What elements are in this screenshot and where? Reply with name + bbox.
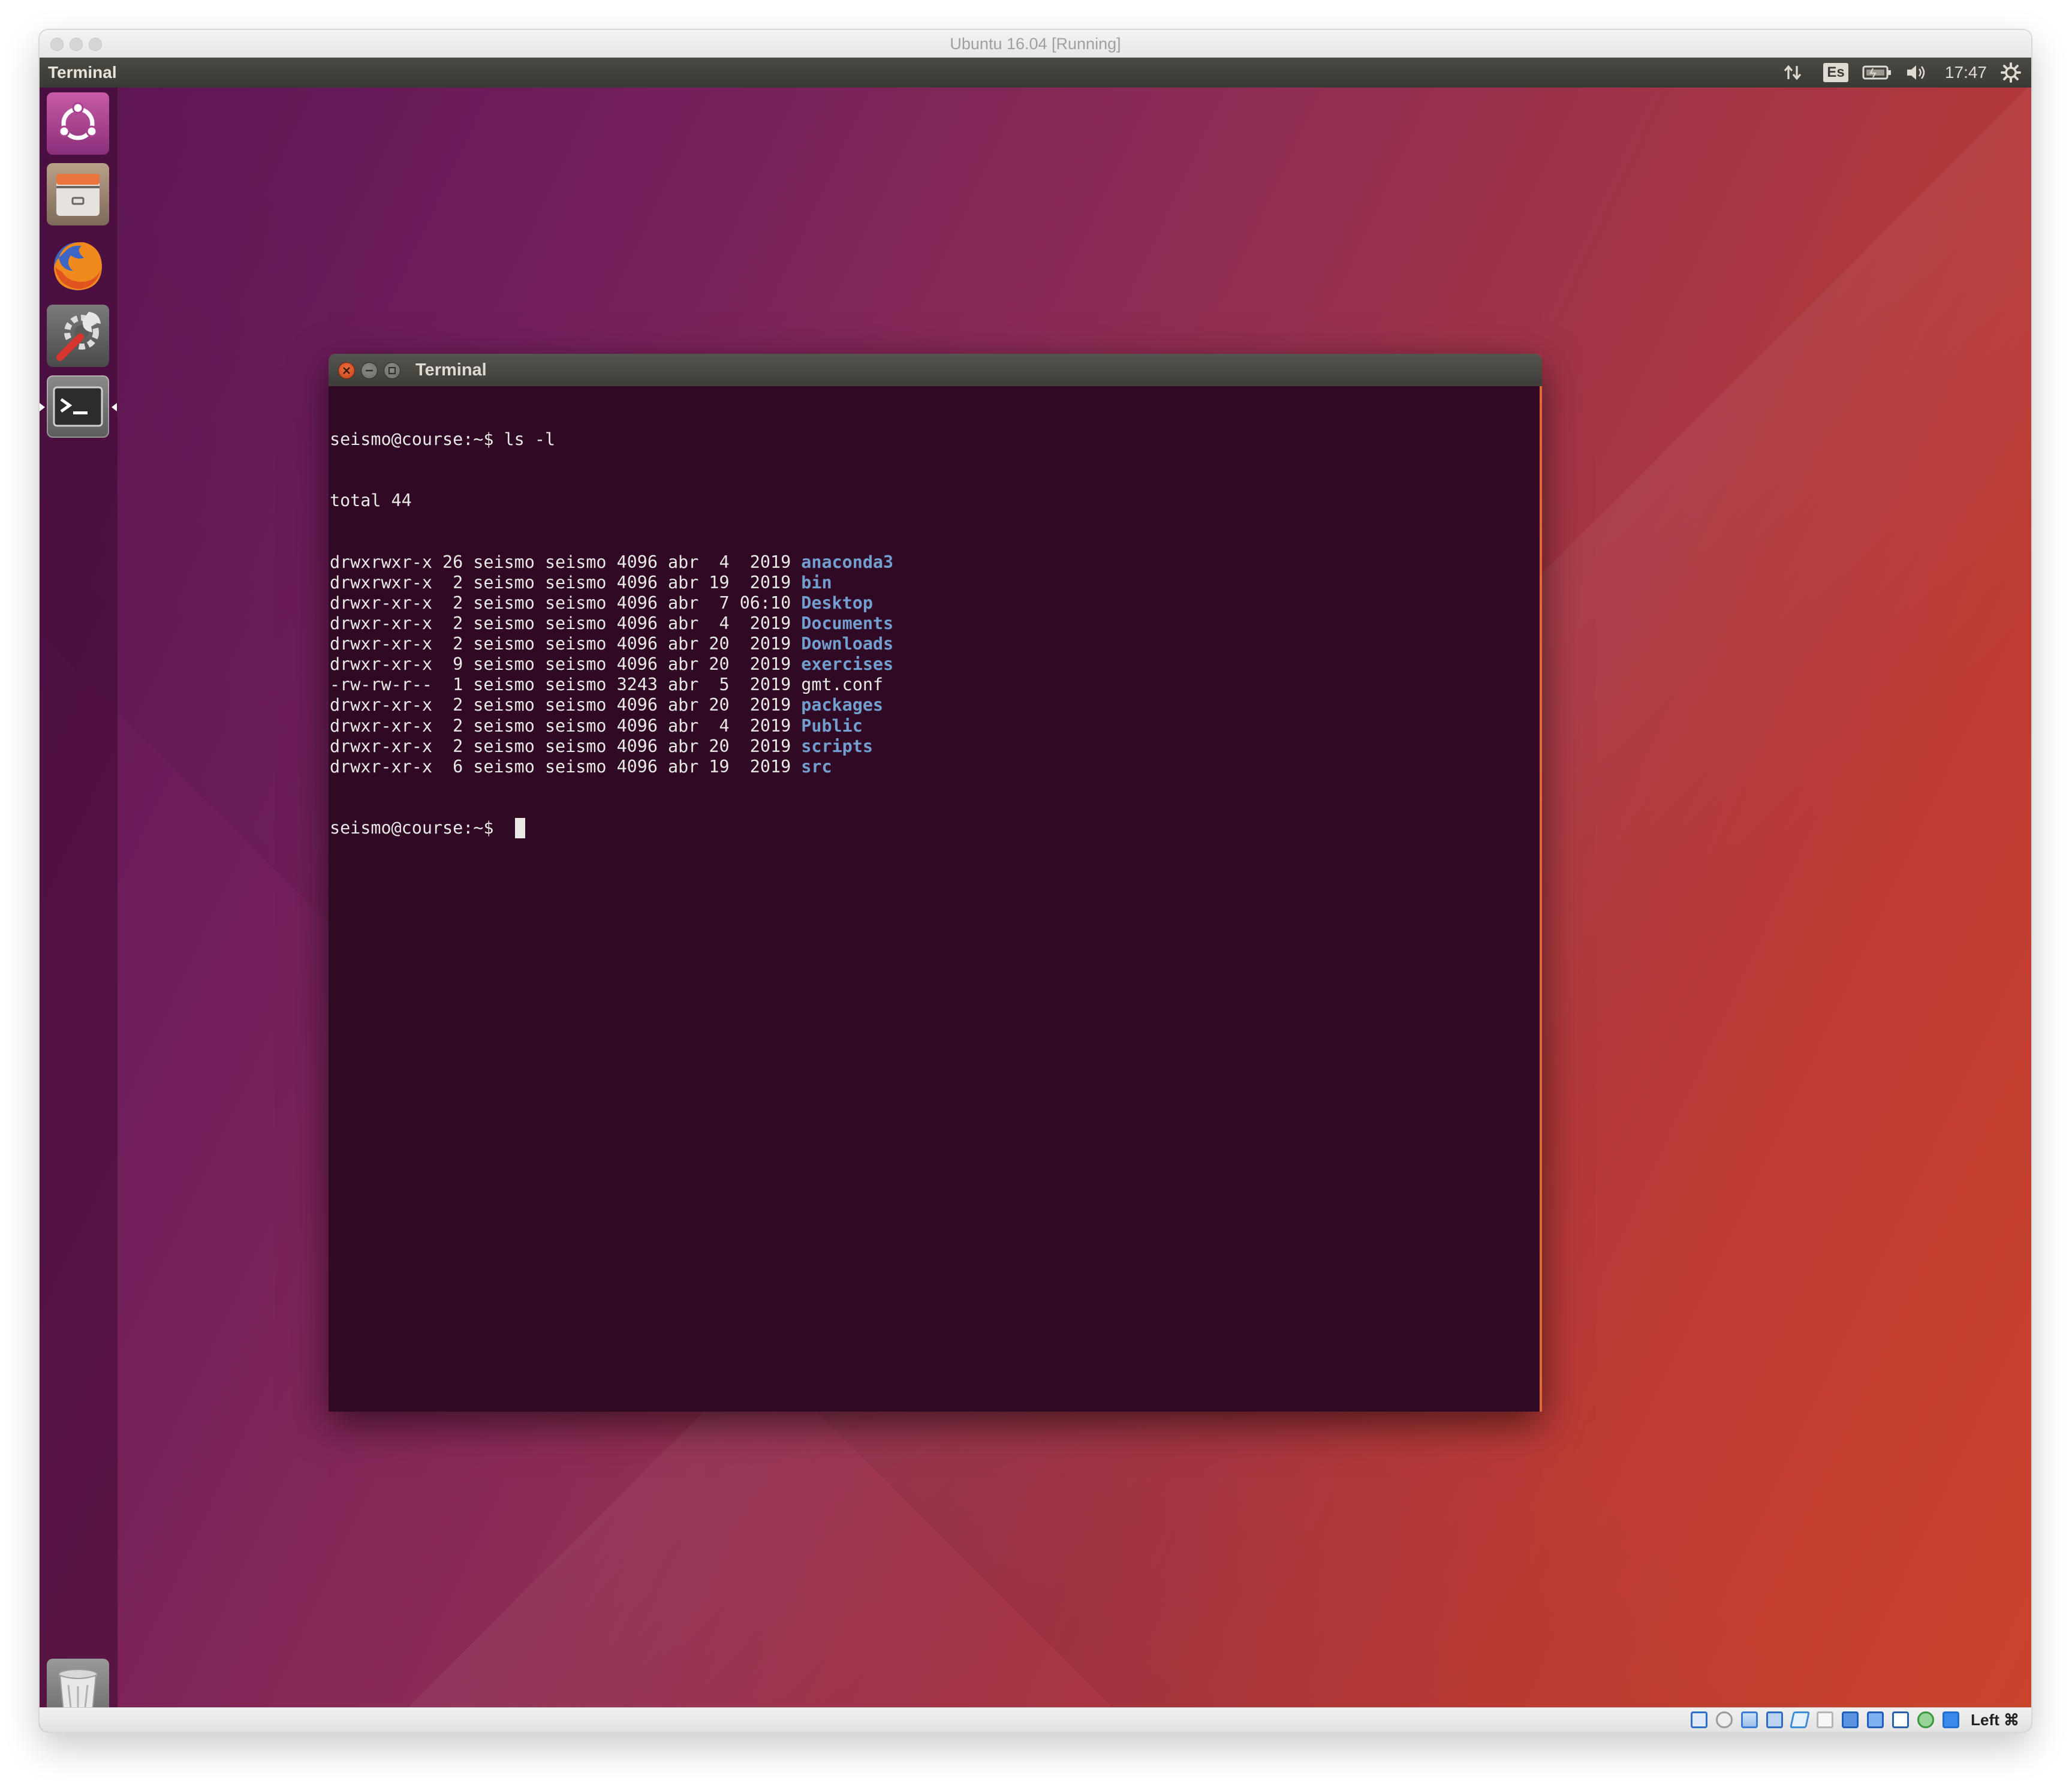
terminal-window[interactable]: Terminal seismo@course:~$ ls -l total 44…	[329, 354, 1542, 1412]
text-cursor	[514, 817, 525, 838]
terminal-titlebar[interactable]: Terminal	[329, 354, 1542, 386]
active-app-pip-left	[40, 403, 45, 411]
terminal-icon	[53, 386, 103, 427]
minimize-button[interactable]	[361, 362, 378, 379]
launcher-dash-home[interactable]	[47, 92, 109, 155]
ls-entry-row: drwxr-xr-x 9 seismo seismo 4096 abr 20 2…	[330, 654, 1540, 675]
ls-entry-row: drwxr-xr-x 2 seismo seismo 4096 abr 20 2…	[330, 736, 1540, 757]
ls-entry-meta: drwxr-xr-x 2 seismo seismo 4096 abr 4 20…	[330, 715, 802, 736]
ls-entry-dirname[interactable]: src	[801, 757, 832, 777]
keyboard-layout-indicator[interactable]: Es	[1823, 58, 1849, 88]
final-prompt: seismo@course:~$	[330, 817, 504, 838]
launcher-system-settings[interactable]	[47, 305, 109, 367]
audio-icon[interactable]	[1741, 1711, 1758, 1728]
total-line: total 44	[330, 491, 412, 511]
ls-entry-meta: drwxr-xr-x 2 seismo seismo 4096 abr 4 20…	[330, 613, 802, 634]
host-key-indicator[interactable]: Left ⌘	[1971, 1708, 2019, 1732]
volume-icon[interactable]	[1903, 58, 1931, 88]
terminal-output[interactable]: seismo@course:~$ ls -l total 44 drwxrwxr…	[329, 386, 1542, 1412]
virtualization-icon[interactable]	[1892, 1711, 1909, 1728]
ls-entry-dirname[interactable]: Desktop	[801, 593, 873, 613]
vbox-status-icons	[1691, 1711, 1959, 1728]
ls-entry-row: drwxr-xr-x 2 seismo seismo 4096 abr 20 2…	[330, 634, 1540, 654]
ls-entry-meta: drwxr-xr-x 6 seismo seismo 4096 abr 19 2…	[330, 756, 802, 777]
battery-icon[interactable]	[1861, 58, 1893, 88]
shared-folders-icon[interactable]	[1817, 1711, 1833, 1728]
ls-entry-dirname[interactable]: Downloads	[801, 634, 893, 654]
ls-entry-dirname[interactable]: exercises	[801, 654, 893, 674]
network-icon[interactable]	[1766, 1711, 1783, 1728]
ls-entry-meta: drwxr-xr-x 2 seismo seismo 4096 abr 20 2…	[330, 634, 802, 654]
ls-entry-dirname[interactable]: packages	[801, 695, 883, 715]
maximize-icon	[388, 366, 396, 375]
keyboard-layout-label: Es	[1823, 63, 1848, 82]
vbox-window-title: Ubuntu 16.04 [Running]	[950, 35, 1121, 53]
ls-entry-row: drwxrwxr-x 26 seismo seismo 4096 abr 4 2…	[330, 552, 1540, 573]
ls-entry-dirname[interactable]: Documents	[801, 613, 893, 633]
ubuntu-desktop[interactable]: Terminal Es 17:47 Terminal seismo@course…	[40, 58, 2031, 1732]
ls-entry-meta: drwxr-xr-x 2 seismo seismo 4096 abr 7 06…	[330, 592, 802, 613]
ls-entry-meta: drwxr-xr-x 9 seismo seismo 4096 abr 20 2…	[330, 654, 802, 675]
ls-entry-row: drwxr-xr-x 2 seismo seismo 4096 abr 4 20…	[330, 716, 1540, 736]
vbox-statusbar: Left ⌘	[40, 1707, 2031, 1732]
ls-entry-dirname[interactable]: scripts	[801, 736, 873, 756]
minimize-icon	[366, 369, 373, 372]
ls-entry-dirname[interactable]: anaconda3	[801, 552, 893, 572]
launcher-terminal[interactable]	[47, 375, 109, 438]
ls-entry-filename[interactable]: gmt.conf	[801, 675, 883, 694]
active-prompt-line[interactable]: seismo@course:~$	[330, 817, 1540, 838]
ls-entry-row: drwxrwxr-x 2 seismo seismo 4096 abr 19 2…	[330, 573, 1540, 593]
ls-entry-row: drwxr-xr-x 2 seismo seismo 4096 abr 4 20…	[330, 613, 1540, 634]
ubuntu-logo-icon	[58, 102, 98, 140]
usb-icon[interactable]	[1790, 1711, 1810, 1728]
firefox-icon	[54, 242, 102, 290]
top-panel: Terminal Es 17:47	[40, 58, 2031, 88]
optical-drive-icon[interactable]	[1716, 1711, 1733, 1728]
ls-entry-meta: drwxrwxr-x 2 seismo seismo 4096 abr 19 2…	[330, 572, 802, 592]
ls-entry-meta: drwxr-xr-x 2 seismo seismo 4096 abr 20 2…	[330, 736, 802, 756]
ls-entry-row: drwxr-xr-x 6 seismo seismo 4096 abr 19 2…	[330, 757, 1540, 777]
command-line: seismo@course:~$ ls -l	[330, 429, 1540, 450]
ls-entry-dirname[interactable]: Public	[801, 716, 863, 736]
ls-entry-meta: drwxr-xr-x 2 seismo seismo 4096 abr 20 2…	[330, 695, 802, 715]
ls-listing: drwxrwxr-x 26 seismo seismo 4096 abr 4 2…	[330, 552, 1540, 777]
settings-wrench-icon	[56, 312, 101, 361]
terminal-title: Terminal	[415, 360, 487, 380]
close-icon	[343, 367, 350, 374]
ls-entry-row: drwxr-xr-x 2 seismo seismo 4096 abr 20 2…	[330, 695, 1540, 715]
mouse-integration-icon[interactable]	[1943, 1711, 1959, 1728]
launcher-firefox[interactable]	[47, 234, 109, 296]
virtualbox-window: Ubuntu 16.04 [Running] Terminal Es 17:47…	[40, 30, 2031, 1732]
panel-app-name[interactable]: Terminal	[48, 58, 117, 88]
prompt: seismo@course:~$	[330, 429, 504, 450]
ls-entry-meta: drwxrwxr-x 26 seismo seismo 4096 abr 4 2…	[330, 552, 802, 572]
close-button[interactable]	[338, 362, 355, 379]
panel-clock[interactable]: 17:47	[1945, 58, 1987, 88]
hard-disk-icon[interactable]	[1691, 1711, 1707, 1728]
guest-additions-icon[interactable]	[1917, 1711, 1934, 1728]
maximize-button[interactable]	[384, 362, 400, 379]
ls-entry-meta: -rw-rw-r-- 1 seismo seismo 3243 abr 5 20…	[330, 675, 802, 695]
video-capture-icon[interactable]	[1867, 1711, 1884, 1728]
ls-entry-row: drwxr-xr-x 2 seismo seismo 4096 abr 7 06…	[330, 593, 1540, 613]
focused-app-pip-right	[112, 403, 117, 411]
file-cabinet-icon	[56, 174, 100, 216]
command: ls -l	[504, 429, 556, 450]
vbox-titlebar[interactable]: Ubuntu 16.04 [Running]	[40, 30, 2031, 58]
launcher-files[interactable]	[47, 163, 109, 225]
gear-icon[interactable]	[1998, 58, 2024, 88]
ls-entry-row: -rw-rw-r-- 1 seismo seismo 3243 abr 5 20…	[330, 675, 1540, 695]
unity-launcher	[40, 88, 118, 1728]
ls-entry-dirname[interactable]: bin	[801, 573, 832, 592]
network-updown-icon[interactable]	[1781, 58, 1805, 88]
display-icon[interactable]	[1842, 1711, 1859, 1728]
